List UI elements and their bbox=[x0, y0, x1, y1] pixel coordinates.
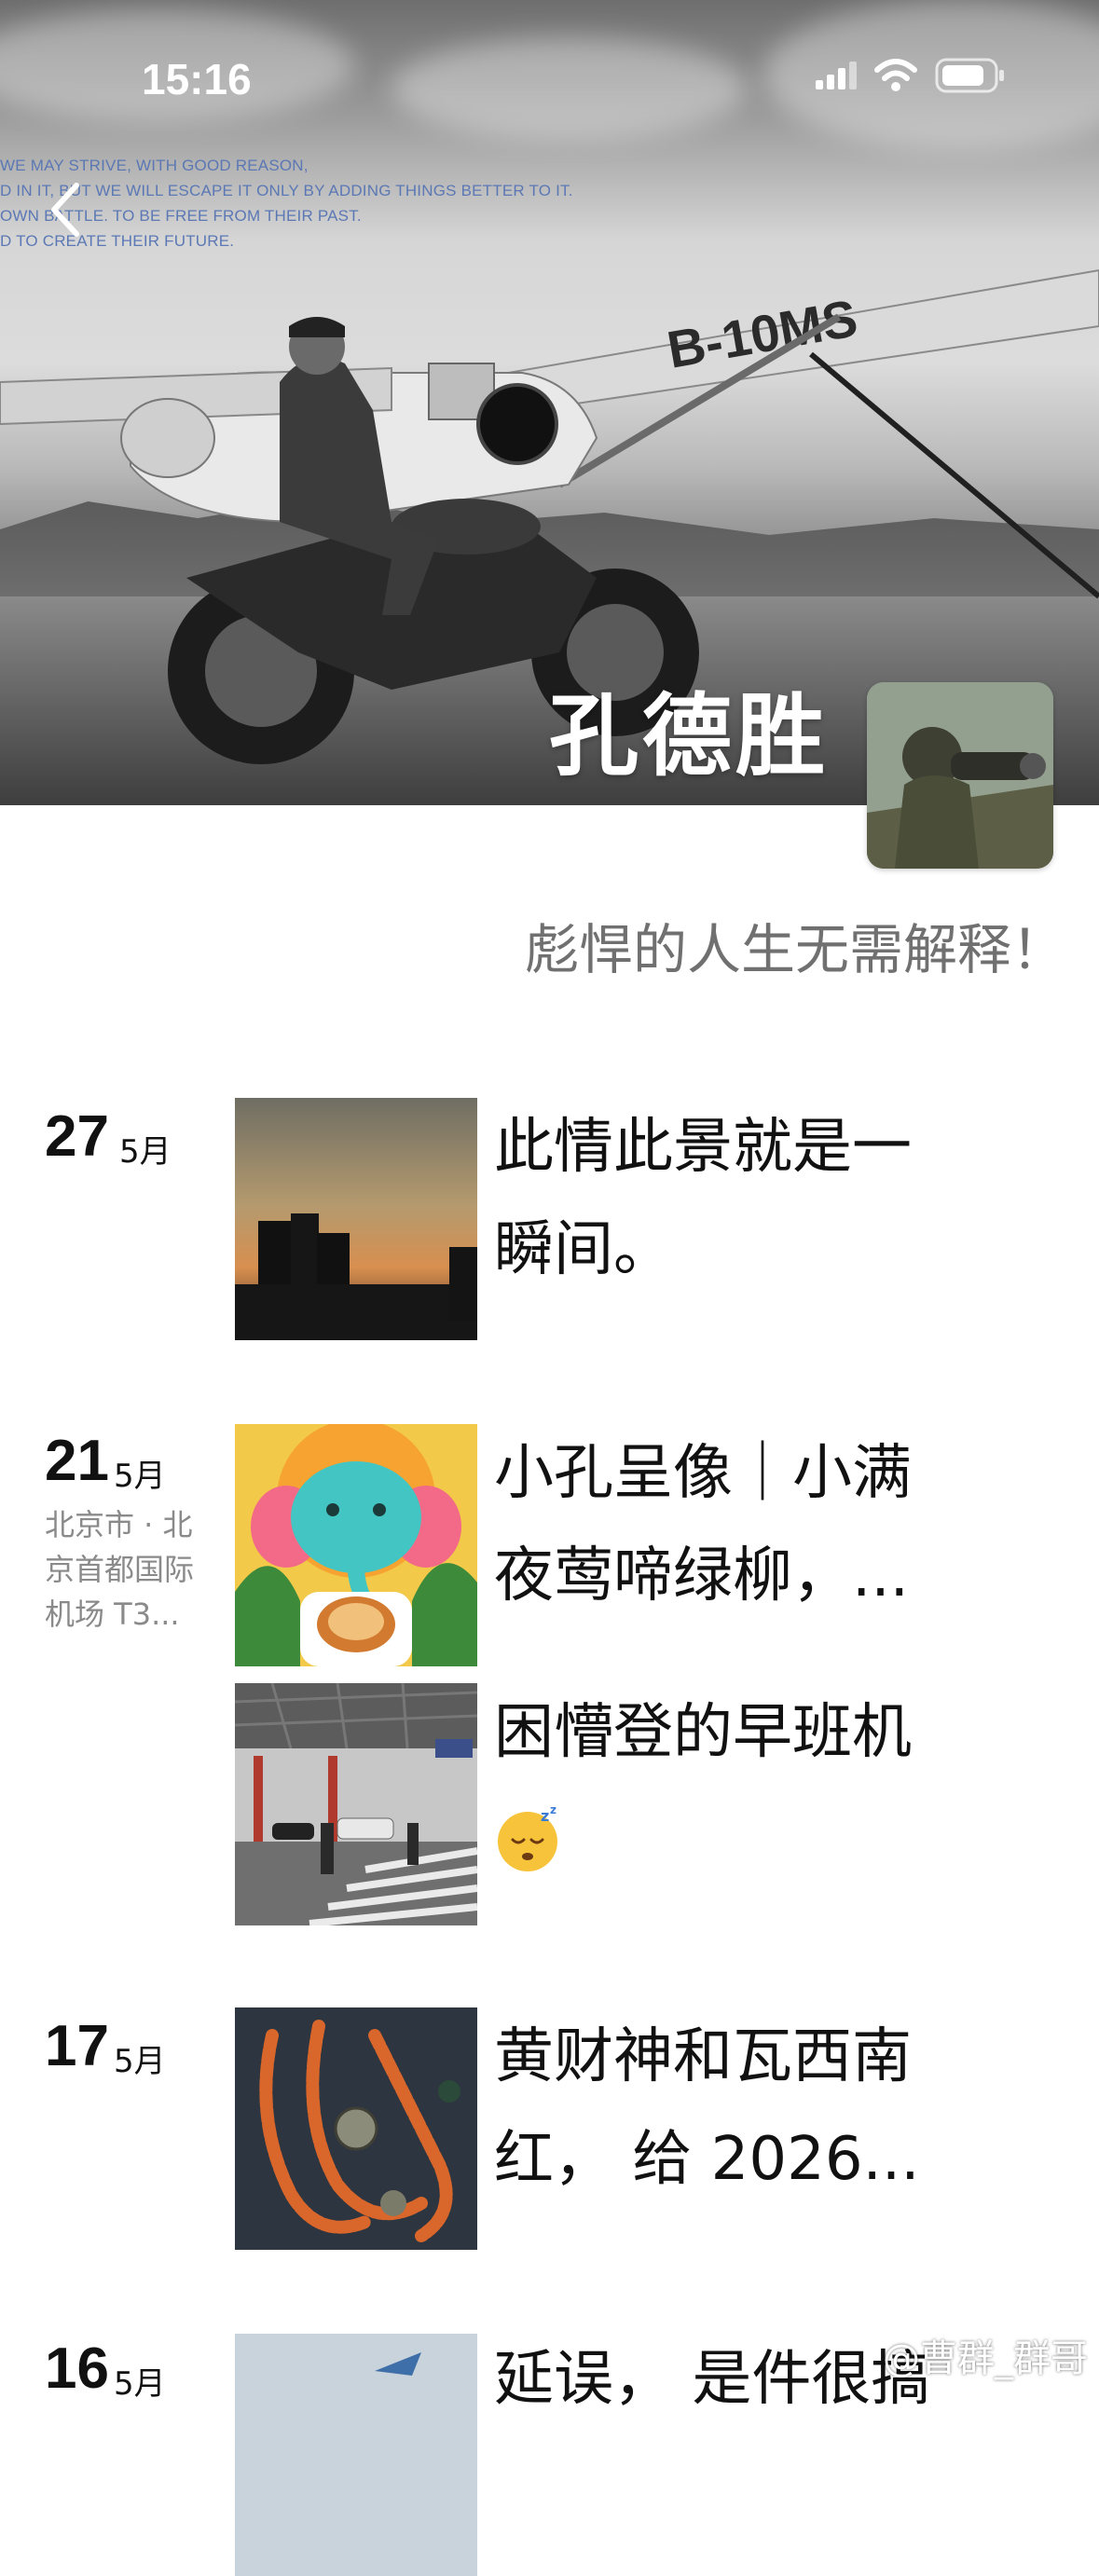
post-thumbnail[interactable] bbox=[235, 2334, 477, 2576]
svg-text:z: z bbox=[550, 1803, 556, 1816]
post-thumbnail[interactable] bbox=[235, 2007, 477, 2250]
avatar[interactable] bbox=[867, 682, 1053, 869]
wifi-icon bbox=[874, 59, 917, 91]
post-location[interactable]: 北京市 · 北京首都国际机场 T3... bbox=[45, 1502, 213, 1637]
post-month: 5月 bbox=[119, 1133, 172, 1171]
post-month: 5月 bbox=[114, 2365, 166, 2403]
post-text: 黄财神和瓦西南 红， 给 2026... bbox=[494, 2022, 920, 2194]
battery-icon bbox=[935, 58, 1004, 93]
post-text: 困懵登的早班机 z z bbox=[494, 1681, 1016, 1886]
post-thumbnail[interactable] bbox=[235, 1424, 477, 1666]
post-day: 21 bbox=[45, 1429, 109, 1493]
chevron-left-icon bbox=[51, 183, 79, 237]
profile-name: 孔德胜 bbox=[549, 684, 829, 788]
post-day: 27 bbox=[45, 1104, 109, 1169]
svg-text:z: z bbox=[541, 1807, 549, 1825]
status-icons bbox=[816, 58, 1006, 93]
post-thumbnail[interactable] bbox=[235, 1683, 477, 1925]
post-text: 小孔呈像｜小满 夜莺啼绿柳，... bbox=[494, 1439, 912, 1610]
sleeping-face-emoji-icon: z z bbox=[498, 1803, 557, 1872]
cellular-signal-icon bbox=[816, 62, 857, 89]
post-text: 此情此景就是一 瞬间。 bbox=[494, 1113, 912, 1284]
post-month: 5月 bbox=[114, 1458, 166, 1495]
post-thumbnail[interactable] bbox=[235, 1098, 477, 1340]
watermark: @曹群_群哥 bbox=[883, 2337, 1088, 2380]
back-button[interactable] bbox=[37, 177, 93, 242]
status-time: 15:16 bbox=[142, 55, 252, 103]
post-month: 5月 bbox=[114, 2043, 166, 2080]
post-day: 16 bbox=[45, 2336, 109, 2401]
profile-signature: 彪悍的人生无需解释！ bbox=[524, 918, 1065, 981]
post-day: 17 bbox=[45, 2014, 109, 2078]
